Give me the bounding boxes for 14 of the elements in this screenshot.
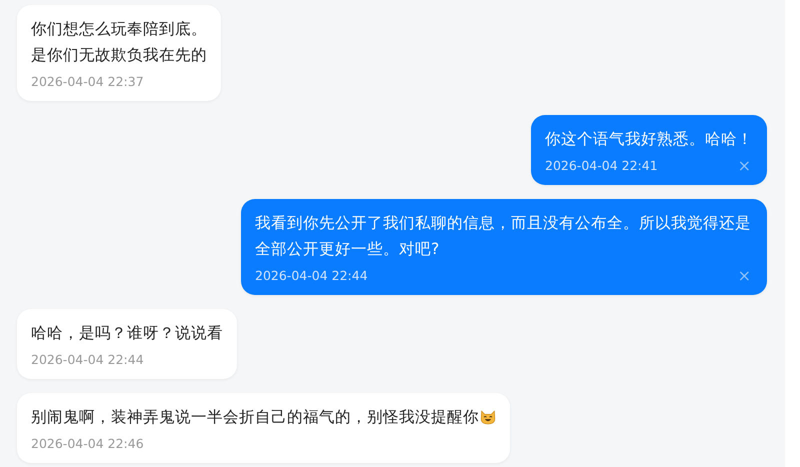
message-text: 哈哈，是吗？谁呀？说说看 [31, 323, 223, 344]
message-text: 你这个语气我好熟悉。哈哈！ [545, 129, 753, 150]
cat-face-icon [480, 410, 496, 425]
message-timestamp: 2026-04-04 22:37 [31, 74, 144, 89]
delete-button[interactable]: × [736, 268, 753, 282]
message-timestamp: 2026-04-04 22:44 [255, 268, 368, 283]
message-timestamp: 2026-04-04 22:46 [31, 436, 144, 451]
message-text: 别闹鬼啊，装神弄鬼说一半会折自己的福气的，别怪我没提醒你 [31, 407, 479, 428]
message-text: 你们想怎么玩奉陪到底。 [31, 19, 207, 40]
message-timestamp: 2026-04-04 22:44 [31, 352, 144, 367]
delete-button[interactable]: × [736, 158, 753, 172]
message-timestamp: 2026-04-04 22:41 [545, 158, 658, 173]
message-text: 我看到你先公开了我们私聊的信息，而且没有公布全。所以我觉得还是全部公开更好一些。对吧? [255, 213, 752, 260]
message-text: 是你们无故欺负我在先的 [31, 45, 207, 66]
